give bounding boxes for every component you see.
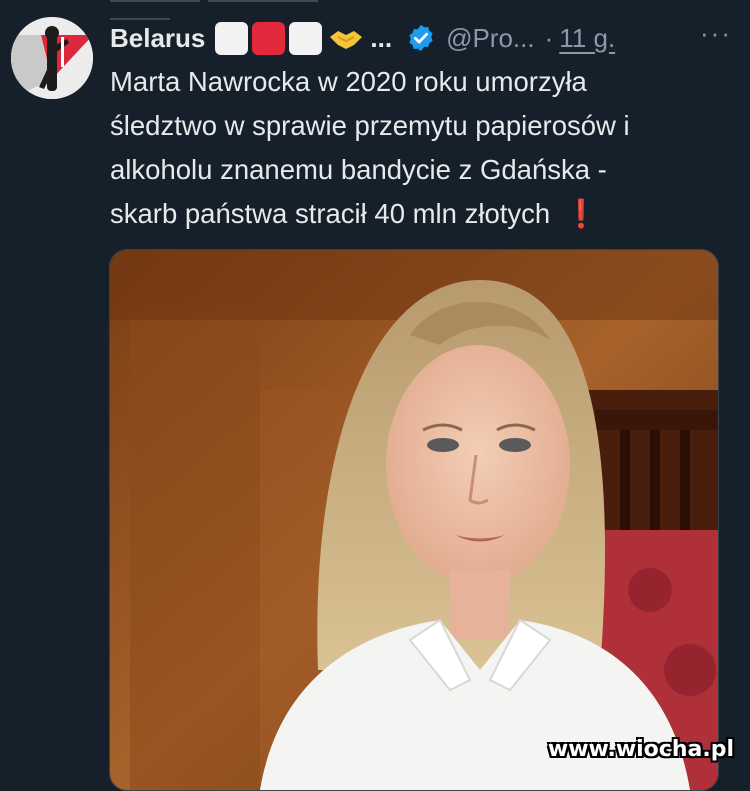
flag-red-emoji — [252, 21, 286, 55]
separator-dot: · — [544, 22, 554, 53]
tweet-timestamp[interactable]: 11 g. — [559, 23, 615, 54]
avatar-image — [11, 17, 93, 99]
previous-tweet-remnant — [110, 0, 390, 20]
author-handle[interactable]: @Pro... — [446, 23, 535, 54]
handshake-icon — [330, 31, 363, 49]
tweet-line-4: skarb państwa stracił 40 mln złotych ❗ — [110, 192, 725, 236]
author-name[interactable]: Belarus — [110, 23, 205, 54]
flag-white-emoji-2 — [289, 21, 323, 55]
watermark: www.wiocha.pl — [547, 737, 734, 762]
exclamation-emoji: ❗ — [564, 198, 599, 229]
flag-white-emoji — [215, 21, 249, 55]
tweet-line-2: śledztwo w sprawie przemytu papierosów i — [110, 110, 630, 141]
avatar[interactable] — [11, 17, 93, 99]
tweet-text: Marta Nawrocka w 2020 roku umorzyła śled… — [110, 60, 725, 236]
tweet-line-4-text: skarb państwa stracił 40 mln złotych — [110, 198, 551, 229]
tweet-photo[interactable] — [109, 249, 719, 791]
tweet-line-3: alkoholu znanemu bandycie z Gdańska - — [110, 154, 607, 185]
portrait-image — [110, 250, 718, 790]
tweet-line-1: Marta Nawrocka w 2020 roku umorzyła — [110, 66, 587, 97]
name-truncation: ... — [370, 22, 393, 53]
more-options-button[interactable]: ··· — [700, 18, 732, 49]
verified-badge-icon[interactable] — [406, 23, 436, 53]
tweet-header: Belarus ... @Pro... · 11 g. ··· — [110, 18, 732, 58]
